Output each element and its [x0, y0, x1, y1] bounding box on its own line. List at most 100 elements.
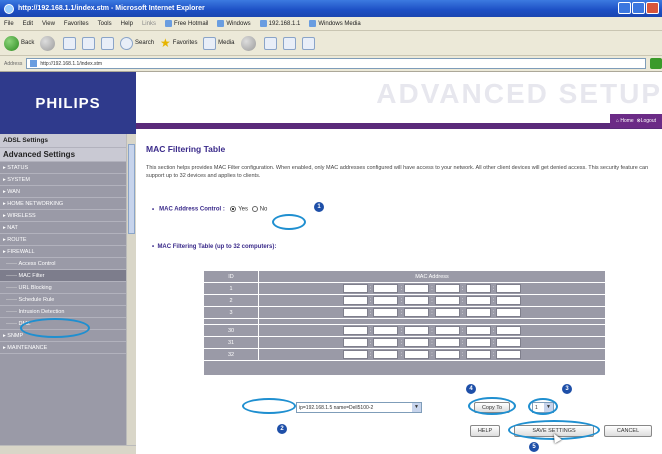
link-router[interactable]: 192.168.1.1: [259, 20, 300, 27]
sidebar-hscrollbar[interactable]: [0, 445, 136, 454]
mac-filter-table: ID MAC Address 1::::: 2::::: 3::::: 30::…: [203, 270, 606, 376]
mac-octet-input[interactable]: [373, 338, 399, 347]
mac-octet-input[interactable]: [434, 350, 460, 359]
mac-octet-input[interactable]: [465, 326, 491, 335]
logout-link[interactable]: ⊗Logout: [637, 118, 657, 124]
mac-octet-input[interactable]: [465, 284, 491, 293]
mac-octet-input[interactable]: [404, 326, 430, 335]
back-button[interactable]: Back: [4, 35, 34, 51]
mail-button[interactable]: [263, 36, 277, 50]
sidebar-item-firewall[interactable]: FIREWALL: [0, 246, 136, 258]
row-id: 32: [203, 348, 259, 361]
callout-1: 1: [314, 202, 324, 212]
page-description: This section helps provides MAC Filter c…: [146, 165, 649, 179]
mac-octet-input[interactable]: [342, 338, 368, 347]
stop-button[interactable]: [63, 36, 77, 50]
minimize-button[interactable]: [618, 2, 631, 14]
print-button[interactable]: [282, 36, 296, 50]
mac-octet-input[interactable]: [496, 296, 522, 305]
link-windows[interactable]: Windows: [217, 20, 251, 27]
mac-octet-input[interactable]: [404, 350, 430, 359]
sidebar-item-schedule-rule[interactable]: Schedule Rule: [0, 294, 136, 306]
close-button[interactable]: [646, 2, 659, 14]
mac-octet-input[interactable]: [465, 338, 491, 347]
mac-octet-input[interactable]: [465, 296, 491, 305]
sidebar-item-home-networking[interactable]: HOME NETWORKING: [0, 198, 136, 210]
sidebar-item-nat[interactable]: NAT: [0, 222, 136, 234]
search-button[interactable]: Search: [120, 36, 154, 50]
address-label: Address: [4, 60, 23, 67]
sidebar-item-maintenance[interactable]: MAINTENANCE: [0, 342, 136, 354]
menu-help[interactable]: Help: [121, 21, 133, 27]
address-input[interactable]: http://192.168.1.1/index.stm: [26, 58, 646, 69]
help-button[interactable]: HELP: [470, 425, 500, 437]
menu-view[interactable]: View: [42, 21, 55, 27]
mac-octet-input[interactable]: [373, 296, 399, 305]
mac-octet-input[interactable]: [342, 326, 368, 335]
go-button[interactable]: [650, 58, 662, 69]
link-windows-media[interactable]: Windows Media: [309, 20, 361, 27]
no-radio[interactable]: [251, 206, 258, 212]
mac-octet-input[interactable]: [373, 350, 399, 359]
mac-octet-input[interactable]: [434, 308, 460, 317]
refresh-button[interactable]: [82, 36, 96, 50]
menu-tools[interactable]: Tools: [98, 21, 112, 27]
mac-octet-input[interactable]: [465, 308, 491, 317]
mac-octet-input[interactable]: [404, 284, 430, 293]
sidebar-item-mac-filter[interactable]: MAC Filter: [0, 270, 136, 282]
history-button[interactable]: [240, 35, 258, 51]
mac-octet-input[interactable]: [404, 296, 430, 305]
sidebar-adsl-settings[interactable]: ADSL Settings: [0, 134, 136, 148]
maximize-button[interactable]: [632, 2, 645, 14]
mac-octet-input[interactable]: [434, 338, 460, 347]
sidebar-item-access-control[interactable]: Access Control: [0, 258, 136, 270]
sidebar-advanced-settings[interactable]: Advanced Settings: [0, 148, 136, 162]
mac-octet-input[interactable]: [496, 308, 522, 317]
table-label: MAC Filtering Table (up to 32 computers)…: [152, 244, 276, 250]
mac-octet-input[interactable]: [342, 308, 368, 317]
home-link[interactable]: ⌂ Home: [616, 118, 634, 124]
mac-octet-input[interactable]: [496, 284, 522, 293]
scrollbar-thumb[interactable]: [128, 144, 135, 234]
mac-octet-input[interactable]: [434, 296, 460, 305]
sidebar-item-status[interactable]: STATUS: [0, 162, 136, 174]
mac-octet-input[interactable]: [342, 284, 368, 293]
mac-octet-input[interactable]: [373, 284, 399, 293]
mac-octet-input[interactable]: [434, 326, 460, 335]
link-icon: [259, 20, 267, 27]
sidebar-item-intrusion-detection[interactable]: Intrusion Detection: [0, 306, 136, 318]
mac-octet-input[interactable]: [373, 326, 399, 335]
mac-octet-input[interactable]: [342, 350, 368, 359]
favorites-button[interactable]: ★ Favorites: [160, 36, 197, 50]
link-hotmail[interactable]: Free Hotmail: [164, 20, 208, 27]
cancel-button[interactable]: CANCEL: [604, 425, 652, 437]
mac-octet-input[interactable]: [434, 284, 460, 293]
mac-octet-input[interactable]: [404, 338, 430, 347]
menu-edit[interactable]: Edit: [23, 21, 33, 27]
home-button[interactable]: [101, 36, 115, 50]
window-title: http://192.168.1.1/index.stm - Microsoft…: [18, 5, 205, 12]
sidebar-item-wan[interactable]: WAN: [0, 186, 136, 198]
table-row: 31:::::: [203, 336, 606, 349]
mac-octet-input[interactable]: [373, 308, 399, 317]
mac-octet-input[interactable]: [465, 350, 491, 359]
dhcp-client-select[interactable]: ip=192.168.1.5 name=Dell5100-2 ▼: [296, 402, 422, 413]
mac-octet-input[interactable]: [404, 308, 430, 317]
mac-octet-input[interactable]: [342, 296, 368, 305]
mac-octet-input[interactable]: [496, 326, 522, 335]
menu-favorites[interactable]: Favorites: [64, 21, 89, 27]
mac-octet-input[interactable]: [496, 338, 522, 347]
edit-button[interactable]: [301, 36, 315, 50]
table-header-row: ID MAC Address: [203, 270, 606, 283]
sidebar-item-system[interactable]: SYSTEM: [0, 174, 136, 186]
sidebar-item-wireless[interactable]: WIRELESS: [0, 210, 136, 222]
sidebar-item-url-blocking[interactable]: URL Blocking: [0, 282, 136, 294]
sidebar-scrollbar[interactable]: [126, 134, 136, 447]
sidebar-item-route[interactable]: ROUTE: [0, 234, 136, 246]
media-button[interactable]: Media: [203, 36, 235, 50]
forward-button[interactable]: [40, 35, 57, 51]
edit-icon: [301, 36, 315, 50]
yes-radio[interactable]: [230, 206, 237, 212]
mac-octet-input[interactable]: [496, 350, 522, 359]
menu-file[interactable]: File: [4, 21, 14, 27]
